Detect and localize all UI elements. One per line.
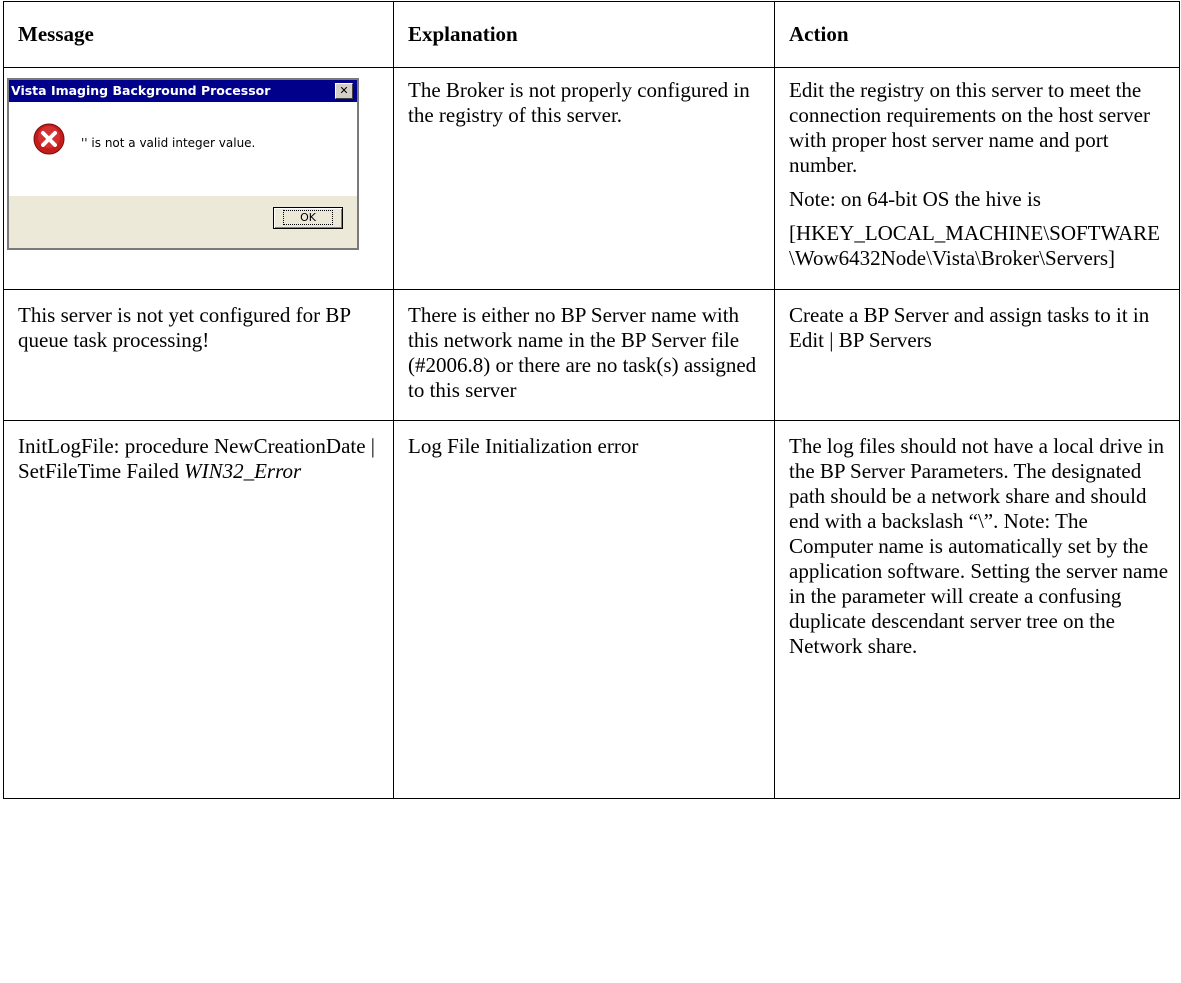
message-cell: This server is not yet configured for BP… <box>3 289 394 421</box>
close-icon[interactable]: ✕ <box>335 83 353 99</box>
table-row: InitLogFile: procedure NewCreationDate |… <box>3 420 1180 799</box>
action-text: Create a BP Server and assign tasks to i… <box>789 303 1150 352</box>
explanation-cell: The Broker is not properly configured in… <box>393 67 775 290</box>
table-row: This server is not yet configured for BP… <box>3 289 1180 421</box>
dialog-footer: OK <box>9 196 357 248</box>
registry-path: [HKEY_LOCAL_MACHINE\SOFTWARE\Wow6432Node… <box>789 221 1160 270</box>
action-text: Edit the registry on this server to meet… <box>789 78 1150 177</box>
ok-button[interactable]: OK <box>273 207 343 229</box>
action-cell: The log files should not have a local dr… <box>774 420 1180 799</box>
dialog-titlebar: Vista Imaging Background Processor ✕ <box>9 80 357 102</box>
header-message: Message <box>3 1 394 68</box>
explanation-text: The Broker is not properly configured in… <box>408 78 750 127</box>
header-explanation: Explanation <box>393 1 775 68</box>
dialog-message: '' is not a valid integer value. <box>81 136 256 150</box>
explanation-text: There is either no BP Server name with t… <box>408 303 757 402</box>
error-dialog-screenshot: Vista Imaging Background Processor ✕ '' … <box>7 78 359 250</box>
message-cell: InitLogFile: procedure NewCreationDate |… <box>3 420 394 799</box>
message-cell: Vista Imaging Background Processor ✕ '' … <box>3 67 394 290</box>
dialog-title: Vista Imaging Background Processor <box>11 83 271 98</box>
message-text: This server is not yet configured for BP… <box>18 303 351 352</box>
table-row: Vista Imaging Background Processor ✕ '' … <box>3 67 1180 290</box>
action-cell: Create a BP Server and assign tasks to i… <box>774 289 1180 421</box>
action-cell: Edit the registry on this server to meet… <box>774 67 1180 290</box>
action-text: The log files should not have a local dr… <box>789 434 1169 658</box>
dialog-body: '' is not a valid integer value. <box>9 102 357 196</box>
ok-button-label: OK <box>283 210 333 225</box>
table-header-row: Message Explanation Action <box>3 1 1180 68</box>
explanation-text: Log File Initialization error <box>408 434 639 458</box>
header-action: Action <box>774 1 1180 68</box>
explanation-cell: Log File Initialization error <box>393 420 775 799</box>
action-note: Note: on 64-bit OS the hive is <box>789 187 1041 211</box>
error-message-table: Message Explanation Action Vista Imaging… <box>3 1 1180 799</box>
explanation-cell: There is either no BP Server name with t… <box>393 289 775 421</box>
message-error-code: WIN32_Error <box>184 459 302 483</box>
error-icon <box>33 123 65 155</box>
